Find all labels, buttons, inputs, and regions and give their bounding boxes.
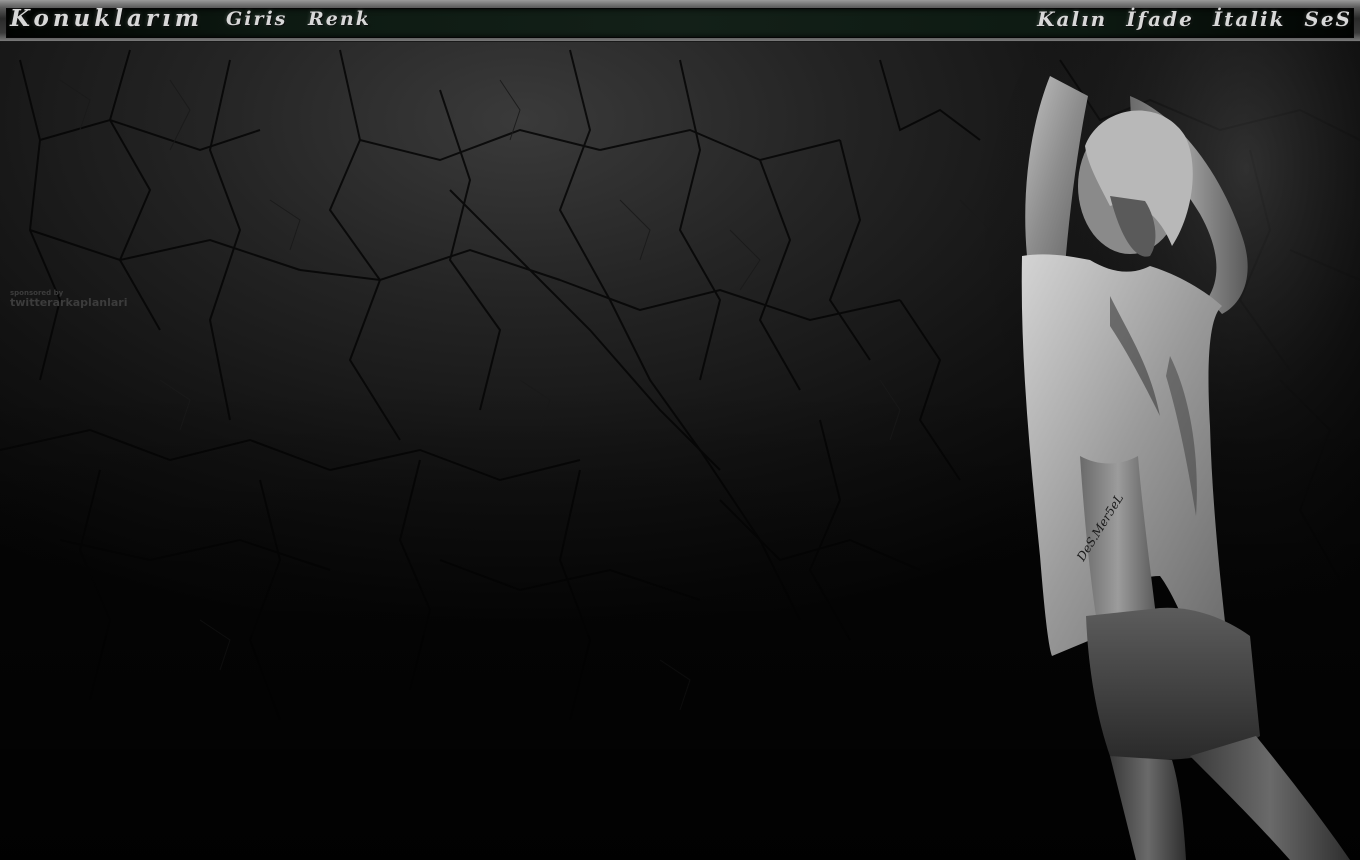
menu-link-ses[interactable]: SeS bbox=[1304, 7, 1352, 31]
menu-link-italik[interactable]: İtalik bbox=[1213, 7, 1286, 31]
menu-link-giris[interactable]: Giris bbox=[226, 6, 287, 32]
menu-link-renk[interactable]: Renk bbox=[308, 6, 371, 32]
text-style-menu: Kalın İfade İtalik SeS bbox=[1027, 6, 1352, 32]
menu-link-ifade[interactable]: İfade bbox=[1126, 7, 1194, 31]
woman-photo-figure bbox=[970, 36, 1360, 860]
watermark-line-2: twitterarkaplanlari bbox=[10, 296, 128, 309]
menu-link-kalin[interactable]: Kalın bbox=[1037, 7, 1107, 31]
menu-link-konuklarim[interactable]: Konuklarım bbox=[10, 6, 203, 32]
top-menu-bar: Konuklarım Giris Renk Kalın İfade İtalik… bbox=[0, 0, 1360, 42]
page-background: sponsored by twitterarkaplanlari DeS.Mer… bbox=[0, 0, 1360, 860]
sponsor-watermark: sponsored by twitterarkaplanlari bbox=[10, 288, 127, 308]
